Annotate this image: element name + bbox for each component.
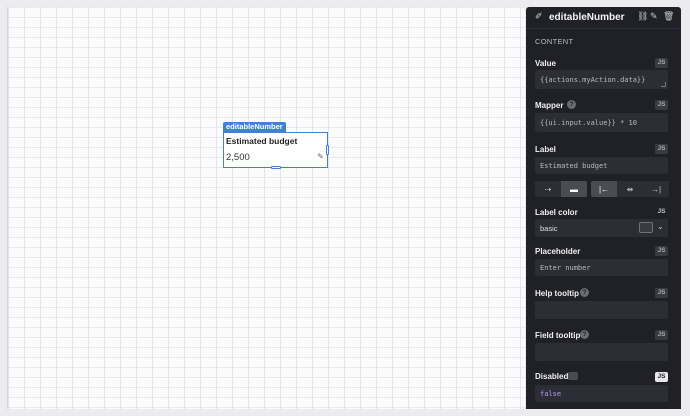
pencil-icon[interactable]: ✎ [317, 152, 324, 161]
help-tooltip-label: Help tooltip [535, 289, 579, 298]
label-top-icon[interactable]: ▬ [561, 181, 587, 197]
disabled-code-input[interactable]: false [535, 385, 668, 402]
label-js-toggle[interactable]: JS [655, 144, 668, 154]
disabled-code-text: false [540, 389, 562, 398]
resize-handle-right[interactable] [326, 145, 329, 155]
label-inline-icon[interactable]: ⇢ [535, 181, 561, 197]
disabled-js-toggle[interactable]: JS [655, 372, 668, 382]
label-input-text: Estimated budget [540, 161, 608, 170]
resize-grip-icon[interactable] [661, 82, 666, 87]
placeholder-input[interactable]: Enter number [535, 259, 668, 276]
field-tooltip-help-icon[interactable]: ? [580, 330, 589, 339]
component-tag[interactable]: editableNumber [223, 122, 286, 132]
value-js-toggle[interactable]: JS [655, 58, 668, 68]
resize-handle-bottom[interactable] [271, 166, 281, 169]
label-color-value: basic [540, 223, 558, 233]
label-align-group: |← ⇹ →| [591, 181, 669, 197]
align-left-icon[interactable]: |← [591, 181, 617, 197]
help-tooltip-input[interactable] [535, 301, 668, 319]
placeholder-label: Placeholder [535, 247, 581, 256]
component-label: Estimated budget [226, 136, 298, 146]
toggle-icon[interactable] [568, 372, 578, 380]
field-tooltip-label: Field tooltip [535, 331, 581, 340]
section-title: CONTENT [535, 37, 574, 46]
panel-title: editableNumber [549, 12, 625, 23]
edit-sparkle-icon: ✐ [535, 11, 543, 21]
label-position-group: ⇢ ▬ [535, 181, 587, 197]
component-value[interactable]: 2,500 [226, 152, 250, 163]
brush-icon[interactable]: ✎ [650, 11, 658, 22]
mapper-help-icon[interactable]: ? [567, 100, 576, 109]
value-code-input[interactable]: {{actions.myAction.data}} [535, 70, 668, 89]
align-right-icon[interactable]: →| [643, 181, 669, 197]
help-tooltip-js-toggle[interactable]: JS [655, 288, 668, 298]
label-field-label: Label [535, 145, 556, 154]
mapper-code-input[interactable]: {{ui.input.value}} * 10 [535, 113, 668, 132]
panel-header: ✐ editableNumber ⛓ ✎ 🗑 [526, 7, 681, 29]
label-color-js-toggle[interactable]: JS [655, 207, 668, 217]
placeholder-input-text: Enter number [540, 263, 591, 272]
chevron-down-icon[interactable]: ⌄ [657, 222, 664, 231]
color-swatch[interactable] [639, 222, 653, 233]
canvas[interactable] [7, 7, 525, 409]
label-input[interactable]: Estimated budget [535, 157, 668, 174]
field-tooltip-js-toggle[interactable]: JS [655, 330, 668, 340]
help-tooltip-help-icon[interactable]: ? [580, 288, 589, 297]
disabled-label: Disabled [535, 372, 569, 381]
align-center-icon[interactable]: ⇹ [617, 181, 643, 197]
placeholder-js-toggle[interactable]: JS [655, 246, 668, 256]
editable-number-component[interactable]: Estimated budget 2,500 ✎ [223, 132, 329, 169]
unlink-icon[interactable]: ⛓ [637, 11, 648, 22]
mapper-label: Mapper [535, 101, 564, 110]
value-label: Value [535, 59, 556, 68]
label-color-label: Label color [535, 208, 578, 217]
mapper-js-toggle[interactable]: JS [655, 100, 668, 110]
field-tooltip-input[interactable] [535, 343, 668, 361]
mapper-code-text: {{ui.input.value}} * 10 [540, 118, 637, 127]
trash-icon[interactable]: 🗑 [663, 11, 674, 22]
value-code-text: {{actions.myAction.data}} [540, 75, 646, 84]
